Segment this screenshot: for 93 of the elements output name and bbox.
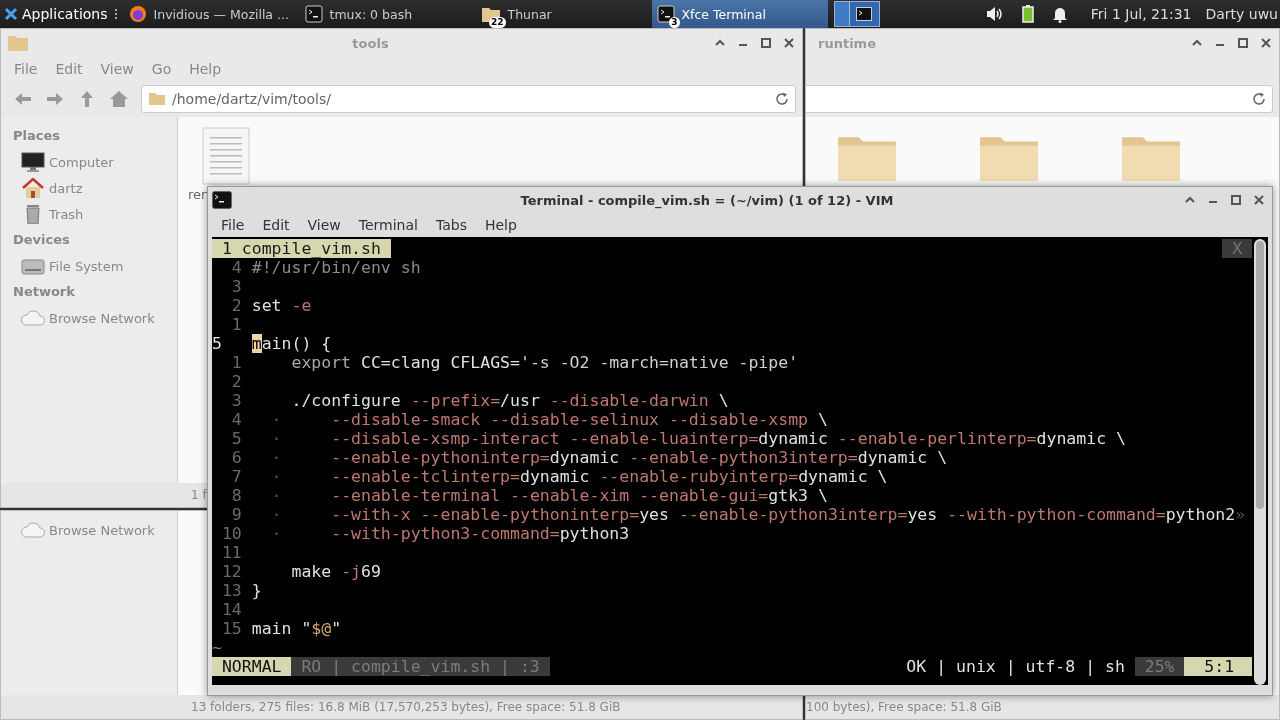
browser-icon[interactable]	[128, 5, 147, 23]
code-text: · --with-python3-command=python3	[270, 524, 630, 543]
handle-icon[interactable]	[113, 8, 118, 20]
reload-icon[interactable]	[1252, 92, 1266, 106]
count-badge: 3	[669, 17, 680, 28]
terminal-icon[interactable]	[304, 5, 323, 23]
sidebar-heading: Devices	[12, 231, 71, 249]
line-number: 5	[230, 429, 243, 448]
bell-icon[interactable]	[1051, 5, 1068, 23]
location-field[interactable]	[806, 85, 1273, 113]
code-text: #!/usr/bin/env sh	[251, 258, 421, 277]
code-text: main "$@"	[251, 619, 342, 638]
line-number: 6	[230, 448, 243, 467]
menu-item[interactable]: Help	[475, 217, 526, 233]
status-text: 1 f	[191, 488, 207, 502]
line-number: 5	[212, 334, 223, 353]
terminal-icon[interactable]	[656, 5, 675, 23]
reload-icon[interactable]	[775, 92, 789, 106]
line-number: 13	[220, 581, 243, 600]
monitor-icon	[21, 152, 45, 172]
cloud-icon	[21, 308, 45, 328]
code-text: set -e	[251, 296, 312, 315]
line-number: 8	[230, 486, 243, 505]
code-text: make -j 69	[290, 562, 381, 581]
code-text: · --enable-terminal --enable-xim --enable-gui=gtk3 \	[270, 486, 828, 505]
caret-up-icon[interactable]	[1184, 196, 1195, 204]
folder-icon[interactable]	[480, 5, 501, 23]
user-name[interactable]: Darty uwu	[1205, 6, 1278, 22]
status-text: 100 bytes), Free space: 51.8 GiB	[806, 700, 1002, 714]
sidebar-heading: Places	[12, 127, 62, 145]
workspace-pager[interactable]	[833, 1, 880, 27]
line-number: 3	[230, 277, 243, 296]
window-title: runtime	[817, 35, 877, 51]
house-icon	[21, 178, 45, 198]
filler-line: ~	[212, 638, 222, 657]
window-title: Terminal - compile_vim.sh = (~/vim) (1 of 12) - VIM	[519, 192, 895, 208]
line-number: 1	[230, 315, 243, 334]
code-text: · --enable-tclinterp=dynamic --enable-rubyinterp=dynamic \	[270, 467, 888, 486]
menu-item[interactable]: Edit	[253, 217, 299, 233]
line-number: 15	[220, 619, 243, 638]
menu-item[interactable]: File	[212, 217, 254, 233]
menu-item[interactable]: Tabs	[426, 217, 476, 233]
code-text: · --disable-xsmp-interact --enable-luainterp=dynamic --enable-perlinterp=dynamic \	[270, 429, 1126, 448]
code-text: · --enable-pythoninterp=dynamic --enable-python3interp=dynamic \	[270, 448, 948, 467]
line-number: 12	[220, 562, 243, 581]
code-text: }	[251, 581, 262, 600]
code-text: ./configure --prefix=/usr --disable-darwin \	[290, 391, 729, 410]
cloud-icon	[21, 520, 45, 540]
cursor-position: 5:1	[1184, 657, 1252, 676]
line-number: 7	[230, 467, 243, 486]
applications-menu[interactable]: Applications	[0, 0, 112, 28]
line-number: 2	[230, 372, 243, 391]
location-field[interactable]: /home/dartz/vim/tools/	[141, 85, 796, 113]
folder-icon	[7, 34, 29, 52]
line-number: 11	[220, 543, 243, 562]
line-number: 9	[230, 505, 243, 524]
scroll-percent: 25%	[1134, 657, 1185, 676]
scrollbar[interactable]	[1254, 239, 1266, 685]
line-number: 3	[230, 391, 243, 410]
sidebar-heading: Network	[12, 283, 76, 301]
taskbar-button[interactable]: tmux: 0 bash	[299, 0, 476, 28]
line-number: 1	[230, 353, 243, 372]
drive-icon	[21, 256, 45, 276]
menu-item[interactable]: View	[298, 217, 350, 233]
cross-logo-icon[interactable]	[4, 7, 18, 21]
status-text: 13 folders, 275 files: 16.8 MiB (17,570,253 bytes), Free space: 51.8 GiB	[191, 700, 621, 714]
line-number: 14	[220, 600, 243, 619]
caret-up-icon[interactable]	[1191, 39, 1202, 47]
file-format: OK | unix | utf-8 | sh	[905, 657, 1126, 676]
caret-up-icon[interactable]	[714, 39, 725, 47]
line-number: 10	[220, 524, 243, 543]
taskbar-button[interactable]: 22 Thunar	[475, 0, 652, 28]
battery-icon[interactable]	[1021, 5, 1034, 23]
line-number: 4	[230, 410, 243, 429]
menu-item[interactable]: Terminal	[349, 217, 427, 233]
terminal-icon[interactable]	[856, 7, 873, 21]
line-number: 2	[230, 296, 243, 315]
taskbar-button[interactable]: 3 Xfce Terminal	[651, 0, 828, 28]
file-info: RO | compile_vim.sh | :3	[291, 657, 550, 676]
terminal-icon	[212, 191, 232, 209]
tab[interactable]: 1 compile_vim.sh	[212, 239, 391, 258]
volume-icon[interactable]	[985, 6, 1004, 22]
code-text: · --disable-smack --disable-selinux --disable-xsmp \	[270, 410, 828, 429]
mode-indicator: NORMAL	[212, 657, 292, 676]
window-title: tools	[351, 35, 390, 51]
line-number: 4	[230, 258, 243, 277]
code-text: main() {	[251, 334, 332, 353]
folder-icon	[148, 92, 166, 106]
taskbar-button[interactable]: Invidious — Mozilla ...	[123, 0, 300, 28]
clock[interactable]: Fri 1 Jul, 21:31	[1090, 6, 1192, 22]
count-badge: 22	[489, 17, 506, 28]
code-text: export CC=clang CFLAGS='-s -O2 -march=native -pipe'	[290, 353, 799, 372]
code-text: · --with-x --enable-pythoninterp=yes --enable-python3interp=yes --with-python-command=python2»	[270, 505, 1246, 524]
